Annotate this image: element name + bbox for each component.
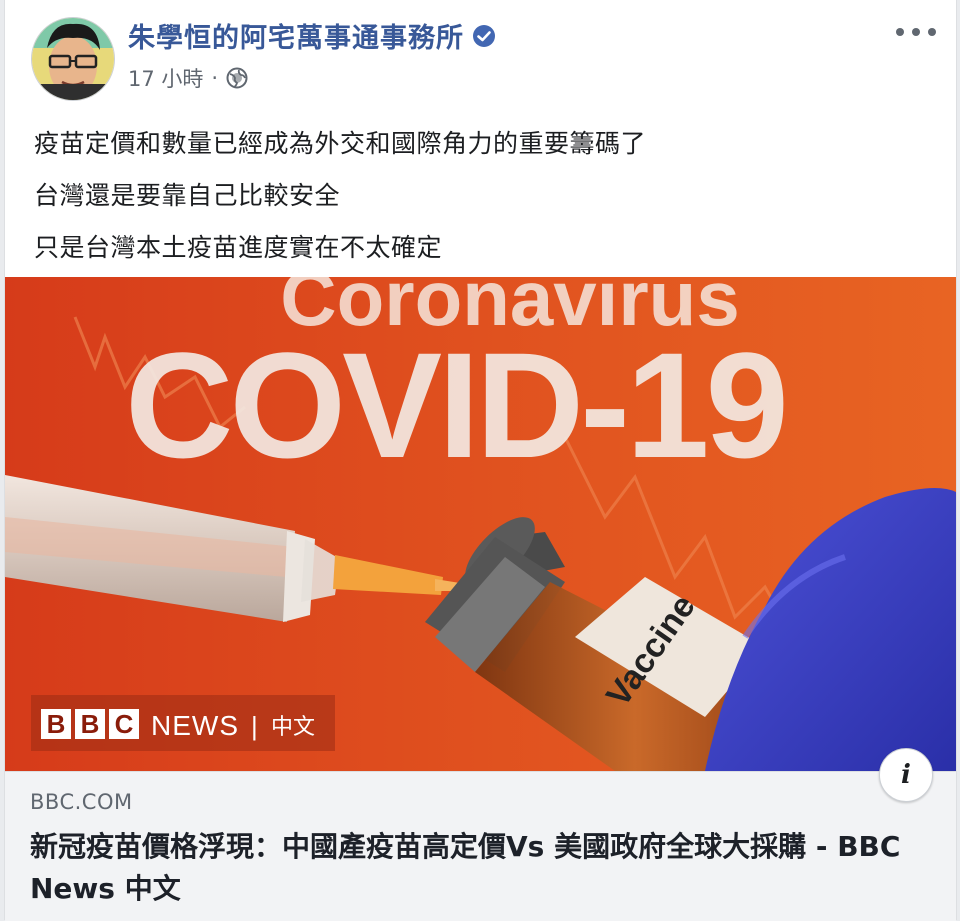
post-card: 朱學恒的阿宅萬事通事務所 17 小時 · 疫苗定價和數量已經成為外交和國際角力的… bbox=[4, 0, 957, 921]
link-title[interactable]: 新冠疫苗價格浮現：中國產疫苗高定價Vs 美國政府全球大採購 - BBC News… bbox=[30, 826, 930, 910]
bbc-logo-divider: | bbox=[251, 711, 258, 741]
more-dot bbox=[928, 28, 936, 36]
link-domain: BBC.COM bbox=[30, 790, 133, 814]
verified-badge-icon bbox=[472, 24, 496, 48]
more-dot bbox=[896, 28, 904, 36]
page-name-link[interactable]: 朱學恒的阿宅萬事通事務所 bbox=[128, 16, 496, 55]
image-headline-main: COVID-19 bbox=[125, 321, 785, 489]
post-message: 疫苗定價和數量已經成為外交和國際角力的重要籌碼了 台灣還是要靠自己比較安全 只是… bbox=[34, 118, 646, 274]
post-header: 朱學恒的阿宅萬事通事務所 17 小時 · bbox=[5, 0, 956, 110]
bbc-logo-letter: B bbox=[47, 709, 66, 739]
post-text-line: 疫苗定價和數量已經成為外交和國際角力的重要籌碼了 bbox=[34, 129, 647, 158]
bbc-logo-news: NEWS bbox=[151, 710, 239, 741]
info-icon[interactable]: i bbox=[879, 748, 933, 802]
post-timestamp[interactable]: 17 小時 bbox=[128, 63, 203, 93]
page-name-text[interactable]: 朱學恒的阿宅萬事通事務所 bbox=[128, 16, 464, 55]
post-meta: 17 小時 · bbox=[128, 63, 248, 93]
post-text-line: 只是台灣本土疫苗進度實在不太確定 bbox=[34, 233, 443, 262]
post-text-line: 台灣還是要靠自己比較安全 bbox=[34, 181, 341, 210]
link-preview-image[interactable]: Coronavirus COVID-19 Vaccine B B C NEWS … bbox=[5, 277, 956, 771]
page-avatar[interactable] bbox=[31, 17, 115, 101]
bbc-logo-letter: C bbox=[115, 709, 134, 739]
bbc-logo-lang: 中文 bbox=[271, 715, 315, 740]
bbc-logo-letter: B bbox=[81, 709, 100, 739]
globe-icon[interactable] bbox=[226, 67, 248, 89]
meta-separator: · bbox=[211, 66, 219, 90]
more-dot bbox=[912, 28, 920, 36]
more-options-icon[interactable] bbox=[896, 20, 936, 44]
bbc-news-logo: B B C NEWS | 中文 bbox=[31, 695, 335, 751]
link-preview-box[interactable]: BBC.COM 新冠疫苗價格浮現：中國產疫苗高定價Vs 美國政府全球大採購 - … bbox=[5, 771, 956, 921]
info-icon-label: i bbox=[901, 760, 911, 790]
